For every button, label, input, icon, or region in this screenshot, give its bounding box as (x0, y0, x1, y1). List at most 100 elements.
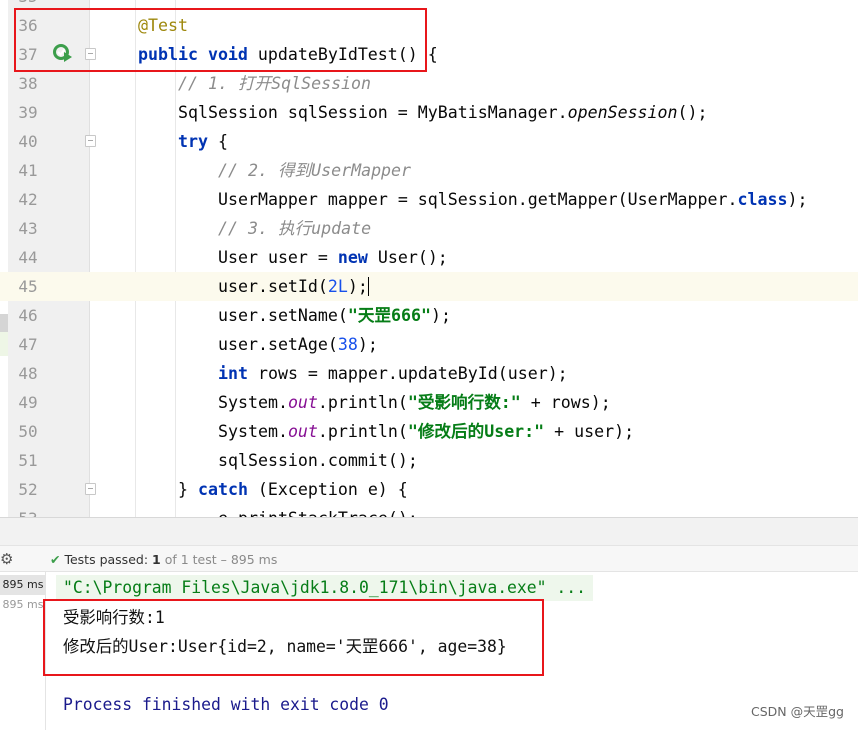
line-number: 46 (18, 306, 38, 325)
highlight-box (14, 8, 427, 72)
line-number: 42 (18, 190, 38, 209)
code-text: user.setId(2L); (218, 272, 369, 301)
code-text: System.out.println("修改后的User:" + user); (218, 417, 634, 446)
tests-summary: of 1 test – 895 ms (164, 552, 278, 567)
code-token: user.setId( (218, 277, 328, 296)
test-time[interactable]: 895 ms (0, 595, 46, 615)
code-token: + user); (544, 422, 635, 441)
code-token: + rows); (520, 393, 611, 412)
test-status-bar: ⚙ ✔ Tests passed: 1 of 1 test – 895 ms (0, 545, 858, 572)
code-token: (Exception e) { (247, 480, 408, 499)
code-text: user.setAge(38); (218, 330, 378, 359)
code-token: "天罡666" (347, 306, 432, 325)
code-token: e.printStackTrace(); (218, 509, 418, 517)
console-command[interactable]: "C:\Program Files\Java\jdk1.8.0_171\bin\… (56, 575, 593, 601)
code-token: User(); (367, 248, 448, 267)
code-text: SqlSession sqlSession = MyBatisManager.o… (178, 98, 708, 127)
code-token: sqlSession.commit(); (218, 451, 418, 470)
code-line[interactable]: 41 // 2. 得到UserMapper (0, 156, 858, 185)
code-line[interactable]: 52} catch (Exception e) { (0, 475, 858, 504)
code-line[interactable]: 53 e.printStackTrace(); (0, 504, 858, 517)
code-line[interactable]: 48 int rows = mapper.updateById(user); (0, 359, 858, 388)
watermark: CSDN @天罡gg (751, 704, 844, 719)
line-number: 43 (18, 219, 38, 238)
code-text: // 3. 执行update (218, 214, 371, 243)
line-number: 50 (18, 422, 38, 441)
line-number: 39 (18, 103, 38, 122)
line-number: 44 (18, 248, 38, 267)
code-text: // 2. 得到UserMapper (218, 156, 411, 185)
line-number: 45 (8, 272, 48, 301)
code-token: ); (347, 277, 369, 296)
code-token: System. (218, 422, 288, 441)
code-token: (); (677, 103, 708, 122)
code-token: out (287, 393, 318, 412)
code-editor[interactable]: 3536@Test37public void updateByIdTest() … (0, 0, 858, 517)
code-text: } catch (Exception e) { (178, 475, 408, 504)
code-token: UserMapper mapper = sqlSession.getMapper… (218, 190, 738, 209)
code-line[interactable]: 49 System.out.println("受影响行数:" + rows); (0, 388, 858, 417)
code-token: // 3. 执行update (218, 219, 372, 238)
code-token: user.setName( (218, 306, 348, 325)
line-number: 41 (18, 161, 38, 180)
code-token: ); (787, 190, 808, 209)
line-number: 52 (18, 480, 38, 499)
highlight-box (43, 599, 544, 676)
code-token: User user = (218, 248, 338, 267)
gear-icon[interactable]: ⚙ (0, 546, 13, 573)
code-text: sqlSession.commit(); (218, 446, 418, 475)
code-token: SqlSession sqlSession = MyBatisManager. (178, 103, 568, 122)
code-token: ); (357, 335, 378, 354)
code-line[interactable]: 38 // 1. 打开SqlSession (0, 69, 858, 98)
code-token: try (178, 132, 208, 151)
line-number: 53 (8, 504, 48, 517)
code-line[interactable]: 44 User user = new User(); (0, 243, 858, 272)
code-token: new (337, 248, 368, 267)
code-token: "修改后的User:" (407, 422, 545, 441)
code-token: System. (218, 393, 288, 412)
code-token: openSession (567, 103, 678, 122)
code-line[interactable]: 47 user.setAge(38); (0, 330, 858, 359)
code-token: // 2. 得到UserMapper (218, 161, 412, 180)
code-token: "受影响行数:" (407, 393, 521, 412)
code-text: int rows = mapper.updateById(user); (218, 359, 568, 388)
line-number: 40 (18, 132, 38, 151)
code-line[interactable]: 43 // 3. 执行update (0, 214, 858, 243)
code-text: // 1. 打开SqlSession (178, 69, 371, 98)
code-text: try { (178, 127, 228, 156)
run-toolbar (0, 517, 858, 545)
code-text: e.printStackTrace(); (218, 504, 418, 517)
tests-passed-label: Tests passed: (64, 552, 149, 567)
console-exit-line: Process finished with exit code 0 (63, 695, 389, 714)
fold-icon[interactable] (85, 483, 96, 495)
code-text: UserMapper mapper = sqlSession.getMapper… (218, 185, 807, 214)
check-icon: ✔ (50, 552, 61, 567)
code-token: } (178, 480, 198, 499)
test-time-selected[interactable]: 895 ms (0, 575, 46, 595)
code-token: class (737, 190, 788, 209)
test-times: 895 ms 895 ms (0, 572, 46, 730)
code-token: .println( (317, 393, 408, 412)
code-line[interactable]: 45 user.setId(2L); (0, 272, 858, 301)
code-line[interactable]: 50 System.out.println("修改后的User:" + user)… (0, 417, 858, 446)
code-token: catch (197, 480, 248, 499)
code-token: { (207, 132, 228, 151)
line-number: 48 (18, 364, 38, 383)
code-token: 38 (337, 335, 358, 354)
code-text: System.out.println("受影响行数:" + rows); (218, 388, 611, 417)
code-token: out (287, 422, 318, 441)
code-line[interactable]: 40 try { (0, 127, 858, 156)
code-token: 2L (327, 277, 348, 296)
code-text: user.setName("天罡666"); (218, 301, 451, 330)
code-token: rows = mapper.updateById(user); (247, 364, 568, 383)
fold-icon[interactable] (85, 135, 96, 147)
line-number: 47 (18, 335, 38, 354)
code-token: int (218, 364, 248, 383)
tests-passed-count: 1 (152, 552, 161, 567)
code-line[interactable]: 51 sqlSession.commit(); (0, 446, 858, 475)
line-number: 38 (18, 74, 38, 93)
code-text: User user = new User(); (218, 243, 448, 272)
code-line[interactable]: 39 SqlSession sqlSession = MyBatisManager… (0, 98, 858, 127)
code-line[interactable]: 46 user.setName("天罡666"); (0, 301, 858, 330)
code-line[interactable]: 42 UserMapper mapper = sqlSession.getMapp… (0, 185, 858, 214)
